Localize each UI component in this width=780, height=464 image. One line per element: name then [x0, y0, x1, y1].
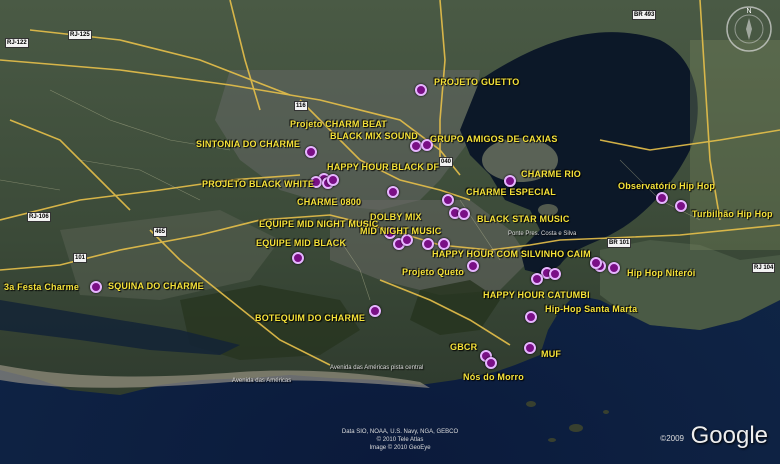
placemark-pin-squina-do-charme[interactable]	[90, 281, 102, 293]
placemark-label-botequim-do-charme[interactable]: BOTEQUIM DO CHARME	[255, 313, 365, 323]
road-shield: RJ-125	[68, 30, 92, 40]
placemark-pin-projeto-queto[interactable]	[467, 260, 479, 272]
copyright-year: ©2009	[660, 434, 684, 443]
placemark-label-hip-hop-santa-marta[interactable]: Hip-Hop Santa Marta	[545, 304, 637, 314]
placemark-pin-muf[interactable]	[524, 342, 536, 354]
road-shield: 040	[439, 157, 454, 167]
road-shield: RJ 104	[752, 263, 776, 273]
road-shield: RJ-122	[5, 38, 29, 48]
map-attribution: Data SIO, NOAA, U.S. Navy, NGA, GEBCO © …	[300, 428, 500, 452]
compass-north-letter: N	[746, 8, 751, 15]
compass-navigation-control[interactable]: N	[722, 4, 776, 54]
road-shield: 101	[73, 253, 88, 263]
placemark-pin-turbilhao-hip-hop[interactable]	[675, 200, 687, 212]
placemark-label-nos-do-morro[interactable]: Nós do Morro	[463, 372, 524, 382]
island-offshore-3	[548, 438, 556, 442]
placemark-pin-sintonia-do-charme[interactable]	[305, 146, 317, 158]
road-shield: 465	[153, 227, 168, 237]
placemark-label-observatorio-hip-hop[interactable]: Observatório Hip Hop	[618, 181, 715, 191]
placemark-label-happy-hour-black-df[interactable]: HAPPY HOUR BLACK DF	[327, 162, 439, 172]
google-logo: Google	[690, 422, 768, 449]
island-offshore-4	[603, 410, 609, 414]
placemark-pin-charme-0800[interactable]	[387, 186, 399, 198]
road-name-label: Avenida das Américas pista central	[330, 365, 424, 371]
placemark-pin-unlabeled-7[interactable]	[590, 257, 602, 269]
placemark-label-squina-do-charme[interactable]: SQUINA DO CHARME	[108, 281, 204, 291]
attribution-line-tele-atlas: © 2010 Tele Atlas	[376, 437, 424, 443]
placemark-pin-projeto-guetto[interactable]	[415, 84, 427, 96]
placemark-label-mid-night-music[interactable]: MID NIGHT MUSIC	[360, 226, 442, 236]
placemark-pin-unlabeled-1[interactable]	[327, 174, 339, 186]
placemark-label-charme-0800[interactable]: CHARME 0800	[297, 197, 361, 207]
placemark-label-happy-hour-catumbi[interactable]: HAPPY HOUR CATUMBI	[483, 290, 590, 300]
placemark-pin-unlabeled-4[interactable]	[531, 273, 543, 285]
road-shield: RJ-106	[27, 212, 51, 222]
placemark-pin-hip-hop-niteroi[interactable]	[608, 262, 620, 274]
placemark-pin-unlabeled-5[interactable]	[549, 268, 561, 280]
placemark-label-projeto-guetto[interactable]: PROJETO GUETTO	[434, 77, 519, 87]
placemark-label-black-star-music[interactable]: BLACK STAR MUSIC	[477, 214, 570, 224]
placemark-pin-nos-do-morro[interactable]	[485, 357, 497, 369]
placemark-label-projeto-queto[interactable]: Projeto Queto	[402, 267, 464, 277]
placemark-label-3a-festa-charme[interactable]: 3a Festa Charme	[4, 282, 79, 292]
placemark-label-grupo-amigos-de-caxias[interactable]: GRUPO AMIGOS DE CAXIAS	[430, 134, 558, 144]
placemark-pin-observatorio-hip-hop[interactable]	[656, 192, 668, 204]
placemark-pin-charme-especial[interactable]	[442, 194, 454, 206]
placemark-pin-hip-hop-santa-marta[interactable]	[525, 311, 537, 323]
road-shield: BR 101	[607, 238, 632, 248]
island-offshore-1	[526, 401, 536, 407]
placemark-label-projeto-black-white[interactable]: PROJETO BLACK WHITE	[202, 179, 314, 189]
placemark-label-charme-especial[interactable]: CHARME ESPECIAL	[466, 187, 556, 197]
placemark-label-sintonia-do-charme[interactable]: SINTONIA DO CHARME	[196, 139, 300, 149]
placemark-label-hip-hop-niteroi[interactable]: Hip Hop Niterói	[627, 268, 696, 278]
road-name-label: Ponte Pres. Costa e Silva	[508, 231, 577, 237]
placemark-label-gbcr[interactable]: GBCR	[450, 342, 477, 352]
placemark-label-equipe-mid-black[interactable]: EQUIPE MID BLACK	[256, 238, 346, 248]
placemark-label-turbilhao-hip-hop[interactable]: Turbilhão Hip Hop	[692, 209, 773, 219]
placemark-label-happy-hour-com-silvinho-caim[interactable]: HAPPY HOUR COM SILVINHO CAIM	[432, 249, 591, 259]
placemark-pin-equipe-mid-black[interactable]	[292, 252, 304, 264]
road-shield: BR 493	[632, 10, 657, 20]
road-name-label: Avenida das Américas	[232, 378, 292, 384]
map-view[interactable]: RJ-122 RJ-125 BR 493 116 040 465 101 BR 101 RJ-1…	[0, 0, 780, 464]
placemark-label-muf[interactable]: MUF	[541, 349, 561, 359]
road-shield: 116	[294, 101, 308, 111]
attribution-line-data: Data SIO, NOAA, U.S. Navy, NGA, GEBCO	[341, 429, 459, 435]
placemark-pin-botequim-do-charme[interactable]	[369, 305, 381, 317]
placemark-pin-black-star-music[interactable]	[458, 208, 470, 220]
placemark-label-projeto-charm-beat[interactable]: Projeto CHARM BEAT	[290, 119, 387, 129]
placemark-label-charme-rio[interactable]: CHARME RIO	[521, 169, 581, 179]
placemark-label-black-mix-sound[interactable]: BLACK MIX SOUND	[330, 131, 418, 141]
attribution-line-geoeye: Image © 2010 GeoEye	[369, 445, 431, 451]
placemark-pin-charme-rio[interactable]	[504, 175, 516, 187]
island-offshore-2	[569, 424, 583, 432]
